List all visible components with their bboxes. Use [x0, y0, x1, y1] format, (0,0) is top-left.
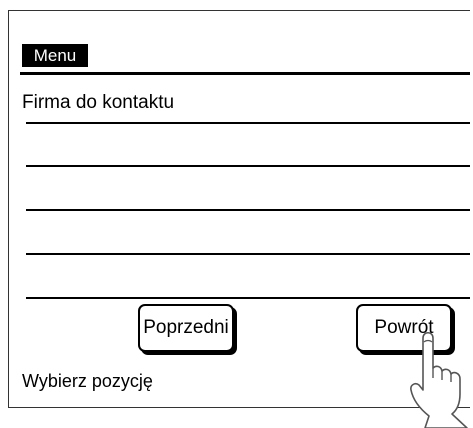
previous-button[interactable]: Poprzedni	[138, 304, 234, 352]
list-row-divider	[26, 297, 470, 299]
list-row-divider	[26, 122, 470, 124]
menu-title-badge: Menu	[22, 44, 88, 67]
list-item-contact-company[interactable]: Firma do kontaktu	[22, 92, 174, 114]
list-row-divider	[26, 209, 470, 211]
list-row-divider	[26, 253, 470, 255]
hand-pointer-icon	[410, 331, 468, 428]
header-divider	[20, 72, 470, 75]
list-row-divider	[26, 165, 470, 167]
status-message: Wybierz pozycję	[22, 371, 153, 391]
